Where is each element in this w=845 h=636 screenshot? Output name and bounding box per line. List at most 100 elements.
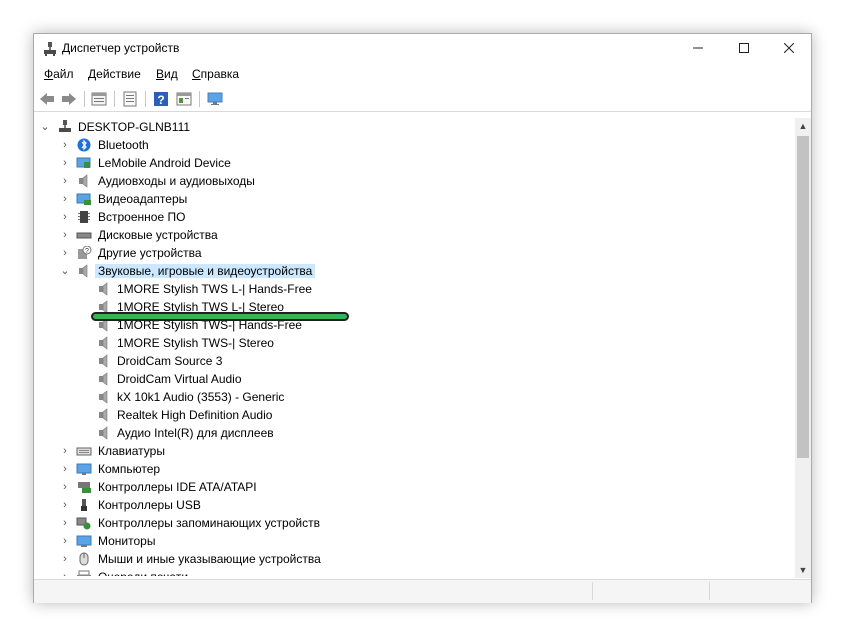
usb-icon xyxy=(81,499,87,511)
menu-action[interactable]: Действие xyxy=(88,67,141,81)
computer-icon xyxy=(76,463,92,475)
chevron-right-icon[interactable]: › xyxy=(59,516,71,530)
monitor-icon[interactable] xyxy=(206,90,224,108)
chevron-right-icon[interactable]: › xyxy=(59,174,71,188)
disk-icon xyxy=(76,232,92,239)
help-icon[interactable]: ? xyxy=(152,90,170,108)
menu-file[interactable]: Файл xyxy=(44,67,74,81)
toolbar-separator xyxy=(145,91,146,107)
chevron-right-icon[interactable]: › xyxy=(59,156,71,170)
chevron-down-icon[interactable]: ⌄ xyxy=(59,264,71,278)
tree-category-label: Звуковые, игровые и видеоустройства xyxy=(95,264,316,278)
scroll-up-icon[interactable]: ▲ xyxy=(795,118,811,134)
tree-category[interactable]: › Аудиовходы и аудиовыходы xyxy=(34,172,793,190)
chevron-right-icon[interactable]: › xyxy=(59,552,71,566)
tree-category[interactable]: › Контроллеры запоминающих устройств xyxy=(34,514,793,532)
tree-device-label: 1MORE Stylish TWS L-| Hands-Free xyxy=(117,282,312,296)
chevron-right-icon[interactable]: › xyxy=(59,462,71,476)
tree-category[interactable]: › LeMobile Android Device xyxy=(34,154,793,172)
tree-device-label: kX 10k1 Audio (3553) - Generic xyxy=(117,390,285,404)
tree-category[interactable]: › Клавиатуры xyxy=(34,442,793,460)
tree-root[interactable]: ⌄ DESKTOP-GLNB111 xyxy=(34,118,793,136)
list-view-icon[interactable] xyxy=(121,90,139,108)
mouse-icon xyxy=(79,552,89,566)
tree-category-label: Другие устройства xyxy=(98,246,202,260)
chevron-right-icon[interactable]: › xyxy=(59,210,71,224)
speaker-icon xyxy=(99,426,108,440)
toolbar: ? xyxy=(34,86,811,112)
window-title: Диспетчер устройств xyxy=(62,41,180,55)
keyboard-icon xyxy=(76,447,92,456)
menu-view[interactable]: Вид xyxy=(156,67,178,81)
title-bar: Диспетчер устройств xyxy=(34,34,811,63)
tree-device-label: 1MORE Stylish TWS-| Stereo xyxy=(117,336,274,350)
tree-category[interactable]: ›? Другие устройства xyxy=(34,244,793,262)
tree-category-label: Очереди печати xyxy=(98,570,188,576)
minimize-icon xyxy=(693,47,703,49)
minimize-button[interactable] xyxy=(675,34,721,63)
speaker-icon xyxy=(99,390,108,404)
tree-category[interactable]: › Мыши и иные указывающие устройства xyxy=(34,550,793,568)
tree-category-label: LeMobile Android Device xyxy=(98,156,231,170)
details-view-icon[interactable] xyxy=(175,90,193,108)
tree-category[interactable]: › Контроллеры USB xyxy=(34,496,793,514)
speaker-icon xyxy=(99,336,108,350)
tree-device[interactable]: 1MORE Stylish TWS-| Stereo xyxy=(34,334,793,352)
tree-device[interactable]: DroidCam Virtual Audio xyxy=(34,370,793,388)
menu-help[interactable]: Справка xyxy=(192,67,239,81)
chevron-right-icon[interactable]: › xyxy=(59,444,71,458)
svg-text:?: ? xyxy=(85,248,89,255)
chevron-right-icon[interactable]: › xyxy=(59,138,71,152)
chevron-right-icon[interactable]: › xyxy=(59,570,71,576)
bluetooth-icon xyxy=(77,138,91,152)
chevron-right-icon[interactable]: › xyxy=(59,534,71,548)
tree-device-label: DroidCam Virtual Audio xyxy=(117,372,242,386)
svg-text:?: ? xyxy=(157,93,164,107)
tree-category-label: Видеоадаптеры xyxy=(98,192,188,206)
tree-device[interactable]: DroidCam Source 3 xyxy=(34,352,793,370)
scroll-down-icon[interactable]: ▼ xyxy=(795,562,811,578)
display-adapter-icon xyxy=(76,193,91,205)
close-icon xyxy=(783,42,795,54)
tree-device[interactable]: 1MORE Stylish TWS L-| Hands-Free xyxy=(34,280,793,298)
tree-category[interactable]: › Компьютер xyxy=(34,460,793,478)
chevron-right-icon[interactable]: › xyxy=(59,246,71,260)
tree-category[interactable]: › Дисковые устройства xyxy=(34,226,793,244)
speaker-icon xyxy=(99,282,108,296)
forward-icon[interactable] xyxy=(60,90,78,108)
highlight-marker xyxy=(91,312,349,321)
toolbar-separator xyxy=(84,91,85,107)
speaker-icon xyxy=(99,354,108,368)
tree-category-label: Мыши и иные указывающие устройства xyxy=(98,552,321,566)
tree-category[interactable]: › Bluetooth xyxy=(34,136,793,154)
firmware-icon xyxy=(78,211,90,223)
chevron-right-icon[interactable]: › xyxy=(59,498,71,512)
tree-device[interactable]: kX 10k1 Audio (3553) - Generic xyxy=(34,388,793,406)
tree-device-label: DroidCam Source 3 xyxy=(117,354,223,368)
scroll-thumb[interactable] xyxy=(797,136,809,458)
speaker-icon xyxy=(99,372,108,386)
ide-controller-icon xyxy=(78,482,91,493)
tree-device[interactable]: Realtek High Definition Audio xyxy=(34,406,793,424)
vertical-scrollbar[interactable]: ▲ ▼ xyxy=(795,118,811,578)
tree-device-label: Аудио Intel(R) для дисплеев xyxy=(117,426,274,440)
tree-category[interactable]: › Видеоадаптеры xyxy=(34,190,793,208)
maximize-button[interactable] xyxy=(721,34,767,63)
monitor-icon xyxy=(76,535,92,547)
tree-category[interactable]: › Мониторы xyxy=(34,532,793,550)
tree-category[interactable]: › Встроенное ПО xyxy=(34,208,793,226)
tree-category[interactable]: › Контроллеры IDE ATA/ATAPI xyxy=(34,478,793,496)
chevron-right-icon[interactable]: › xyxy=(59,192,71,206)
chevron-right-icon[interactable]: › xyxy=(59,228,71,242)
chevron-down-icon[interactable]: ⌄ xyxy=(39,120,51,134)
tree-category-label: Bluetooth xyxy=(98,138,149,152)
tree-category[interactable]: › Очереди печати xyxy=(34,568,793,576)
chevron-right-icon[interactable]: › xyxy=(59,480,71,494)
close-button[interactable] xyxy=(766,34,812,63)
tree-device[interactable]: Аудио Intel(R) для дисплеев xyxy=(34,424,793,442)
device-manager-window: Диспетчер устройств Файл Действие Вид Сп… xyxy=(33,33,812,603)
properties-view-icon[interactable] xyxy=(90,90,108,108)
tree-category-label: Контроллеры запоминающих устройств xyxy=(98,516,320,530)
tree-category[interactable]: ⌄ Звуковые, игровые и видеоустройства xyxy=(34,262,793,280)
back-icon[interactable] xyxy=(38,90,56,108)
